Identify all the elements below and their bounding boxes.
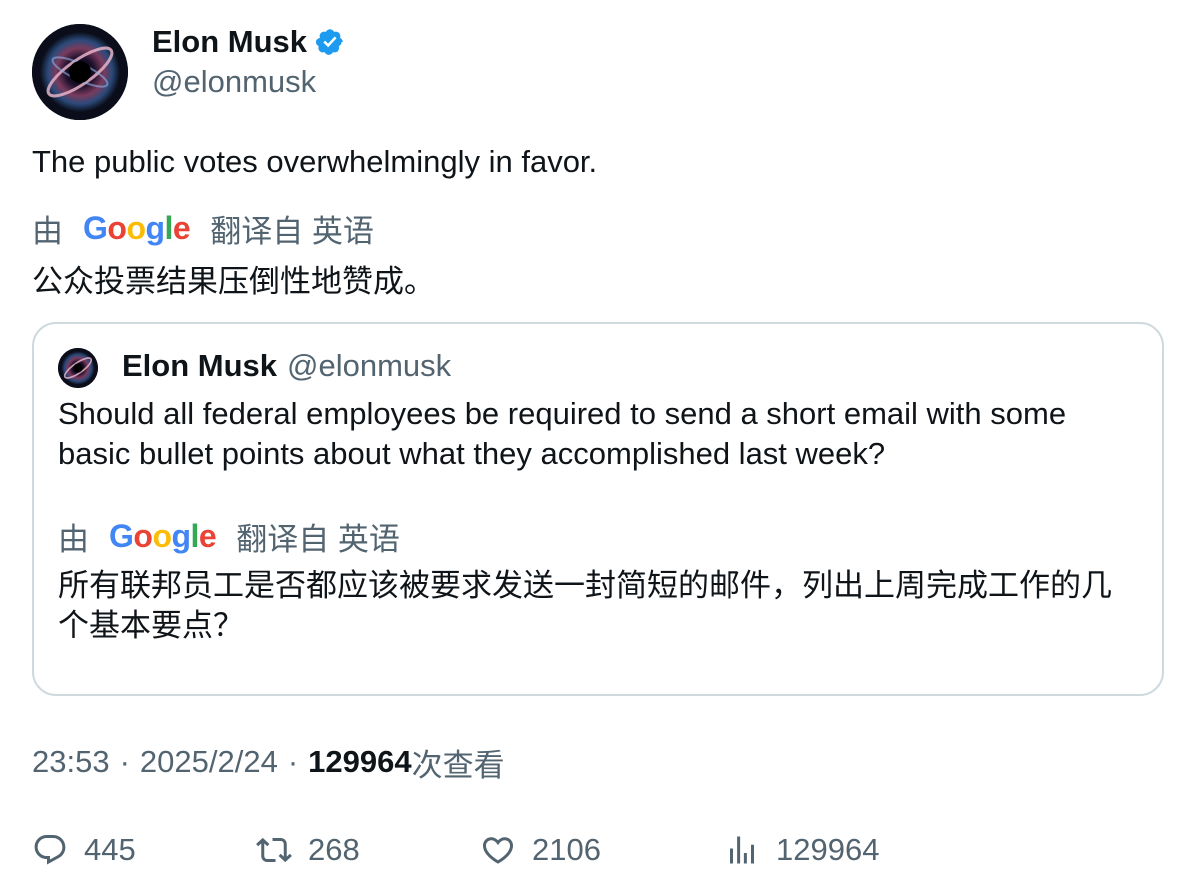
quoted-translation-attribution[interactable]: 由 Google 翻译自 英语 — [58, 516, 400, 557]
views-label: 次查看 — [411, 747, 505, 783]
quoted-author-name: Elon Musk — [122, 348, 278, 383]
quoted-text: Should all federal employees be required… — [58, 396, 1067, 471]
avatar-image — [32, 24, 128, 120]
quoted-translation-suffix: 翻译自 英语 — [236, 521, 400, 557]
translation-suffix: 翻译自 英语 — [210, 213, 374, 249]
tweet-meta: 23:53 · 2025/2/24 · 129964 次查看 — [32, 742, 505, 783]
author-name[interactable]: Elon Musk — [152, 24, 307, 60]
retweet-icon — [256, 837, 292, 863]
reply-icon — [34, 835, 66, 865]
author-handle[interactable]: @elonmusk — [152, 64, 316, 100]
tweet-date[interactable]: 2025/2/24 — [140, 744, 278, 780]
translated-text: 公众投票结果压倒性地赞成。 — [32, 264, 435, 299]
avatar[interactable] — [32, 24, 128, 120]
analytics-icon — [730, 836, 754, 864]
reply-count: 445 — [84, 832, 136, 867]
like-button[interactable]: 2106 — [480, 830, 601, 870]
views-button[interactable]: 129964 — [724, 830, 879, 870]
google-logo: Google — [83, 209, 191, 246]
meta-separator: · — [119, 744, 130, 779]
retweet-button[interactable]: 268 — [256, 830, 360, 870]
retweet-count: 268 — [308, 832, 360, 867]
quoted-avatar — [58, 348, 98, 388]
tweet-time[interactable]: 23:53 — [32, 744, 110, 780]
translation-attribution[interactable]: 由 Google 翻译自 英语 — [32, 208, 374, 249]
views-action-count: 129964 — [776, 832, 880, 867]
quoted-tweet-card[interactable]: Elon Musk @elonmusk Should all federal e… — [32, 322, 1164, 696]
heart-icon — [482, 837, 514, 864]
meta-separator: · — [287, 744, 299, 779]
quoted-translated-text: 所有联邦员工是否都应该被要求发送一封简短的邮件，列出上周完成工作的几个基本要点？ — [58, 568, 1112, 643]
verified-badge-icon — [315, 29, 343, 55]
quoted-author-handle: @elonmusk — [287, 348, 452, 383]
quoted-translation-prefix: 由 — [58, 521, 89, 557]
quoted-avatar-image — [58, 348, 98, 388]
reply-button[interactable]: 445 — [32, 830, 136, 870]
tweet-text: The public votes overwhelmingly in favor… — [32, 144, 598, 179]
quoted-google-logo: Google — [109, 517, 217, 554]
like-count: 2106 — [532, 832, 601, 867]
translation-prefix: 由 — [32, 213, 63, 249]
views-count: 129964 — [308, 744, 412, 779]
